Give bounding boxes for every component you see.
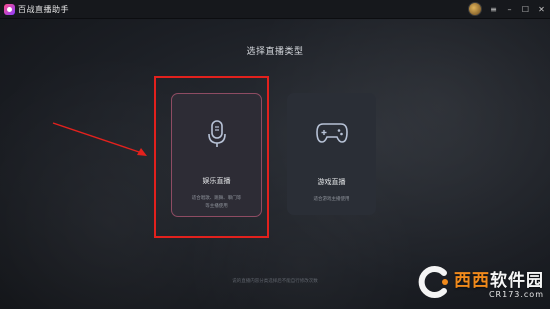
minimize-button[interactable]: – <box>505 5 514 14</box>
page-title: 选择直播类型 <box>246 47 304 57</box>
watermark: 西西软件园 CR173.com <box>418 265 544 299</box>
watermark-main: 软件园 <box>490 270 544 291</box>
watermark-title: 西西软件园 <box>454 266 544 291</box>
app-logo-icon <box>4 3 15 15</box>
watermark-logo-icon <box>418 266 448 298</box>
user-avatar[interactable] <box>468 2 482 16</box>
card-label: 游戏直播 <box>317 178 346 186</box>
gamepad-icon <box>315 119 349 147</box>
close-button[interactable]: ✕ <box>537 5 546 14</box>
watermark-url: CR173.com <box>488 289 544 299</box>
watermark-accent: 西西 <box>454 270 490 291</box>
selection-highlight-box <box>154 76 269 238</box>
card-description: 适合游戏主播使用 <box>313 197 350 202</box>
card-game-live[interactable]: 游戏直播 适合游戏主播使用 <box>287 93 376 215</box>
menu-icon[interactable]: ≡ <box>489 5 498 14</box>
annotation-arrow <box>52 122 147 156</box>
window-controls: ≡ – ☐ ✕ <box>468 0 546 18</box>
app-title: 百战直播助手 <box>18 4 69 14</box>
maximize-button[interactable]: ☐ <box>521 5 530 14</box>
title-bar: 百战直播助手 ≡ – ☐ ✕ <box>0 0 550 19</box>
watermark-text: 西西软件园 CR173.com <box>454 266 544 299</box>
